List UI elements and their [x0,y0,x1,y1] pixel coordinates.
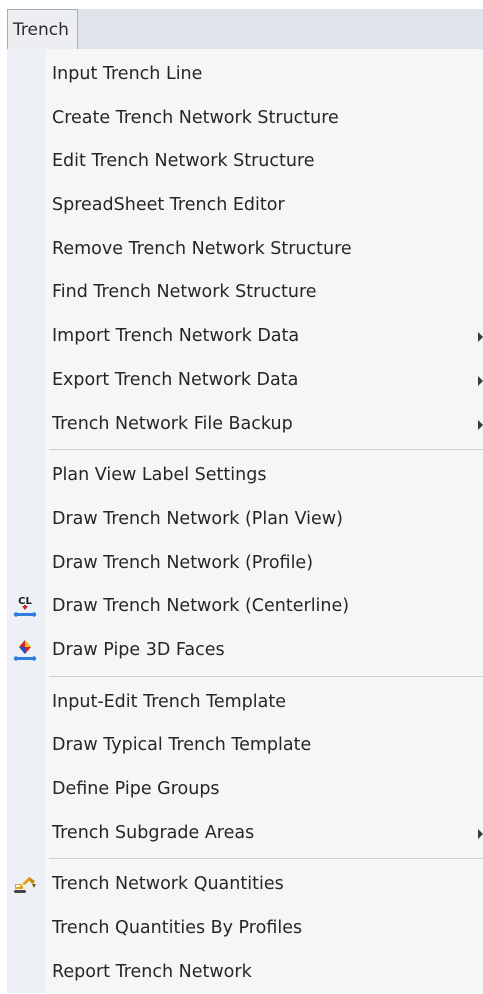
menu-item-draw-typical-trench-template[interactable]: Draw Typical Trench Template [7,724,483,768]
centerline-icon: CL [12,593,38,619]
menu-item-label: Import Trench Network Data [52,326,300,347]
menu-separator [7,446,483,454]
menu-item-label: Trench Subgrade Areas [52,822,255,843]
menu-item-edit-trench-network-structure[interactable]: Edit Trench Network Structure [7,140,483,184]
menu-item-label: Draw Trench Network (Centerline) [52,596,350,617]
menu-item-label: Input-Edit Trench Template [52,691,286,712]
menu-item-import-trench-network-data[interactable]: Import Trench Network Data [7,315,483,359]
submenu-arrow-icon [478,419,483,430]
menu-bar: Trench [7,9,483,50]
menu-item-define-pipe-groups[interactable]: Define Pipe Groups [7,768,483,812]
submenu-arrow-icon [478,375,483,386]
menu-item-draw-trench-network-profile[interactable]: Draw Trench Network (Profile) [7,542,483,586]
menu-separator [7,855,483,863]
menu-item-input-trench-line[interactable]: Input Trench Line [7,53,483,97]
menu-item-label: Draw Trench Network (Plan View) [52,508,343,529]
menu-item-label: Trench Network File Backup [52,413,293,434]
menu-item-label: Plan View Label Settings [52,465,267,486]
menu-trench[interactable]: Trench [7,9,78,49]
menu-item-label: Draw Typical Trench Template [52,735,312,756]
menu-item-plan-view-label-settings[interactable]: Plan View Label Settings [7,454,483,498]
menu-item-label: Draw Trench Network (Profile) [52,552,314,573]
menu-item-draw-pipe-3d-faces[interactable]: Draw Pipe 3D Faces [7,629,483,673]
menu-item-find-trench-network-structure[interactable]: Find Trench Network Structure [7,271,483,315]
menu-item-spreadsheet-trench-editor[interactable]: SpreadSheet Trench Editor [7,184,483,228]
menu-item-trench-network-quantities[interactable]: Trench Network Quantities [7,863,483,907]
menu-item-export-trench-network-data[interactable]: Export Trench Network Data [7,359,483,403]
excavator-icon [12,871,38,897]
menu-item-remove-trench-network-structure[interactable]: Remove Trench Network Structure [7,228,483,272]
pipe-3d-faces-icon [12,637,38,663]
submenu-arrow-icon [478,828,483,839]
menu-item-draw-trench-network-plan-view[interactable]: Draw Trench Network (Plan View) [7,498,483,542]
menu-item-label: Trench Quantities By Profiles [52,918,303,939]
menu-item-trench-quantities-by-profiles[interactable]: Trench Quantities By Profiles [7,907,483,951]
menu-item-trench-subgrade-areas[interactable]: Trench Subgrade Areas [7,812,483,856]
menu-separator [7,673,483,681]
menu-item-label: Define Pipe Groups [52,779,220,799]
menu-item-label: SpreadSheet Trench Editor [52,195,285,216]
menu-item-label: Edit Trench Network Structure [52,151,315,172]
menu-item-label: Input Trench Line [52,64,203,84]
trench-dropdown-menu: Input Trench Line Create Trench Network … [7,49,483,993]
menu-item-trench-network-file-backup[interactable]: Trench Network File Backup [7,403,483,447]
menu-item-draw-trench-network-centerline[interactable]: CL Draw Trench Network (Centerline) [7,585,483,629]
menu-item-label: Find Trench Network Structure [52,282,317,303]
menu-item-label: Export Trench Network Data [52,369,299,390]
menu-item-create-trench-network-structure[interactable]: Create Trench Network Structure [7,97,483,141]
menu-item-label: Draw Pipe 3D Faces [52,639,225,660]
menu-item-label: Create Trench Network Structure [52,107,339,128]
menu-item-report-trench-network[interactable]: Report Trench Network [7,951,483,994]
menu-item-input-edit-trench-template[interactable]: Input-Edit Trench Template [7,681,483,725]
menu-item-label: Remove Trench Network Structure [52,238,352,259]
submenu-arrow-icon [478,332,483,343]
menu-item-label: Trench Network Quantities [52,874,284,895]
menu-item-label: Report Trench Network [52,961,252,982]
